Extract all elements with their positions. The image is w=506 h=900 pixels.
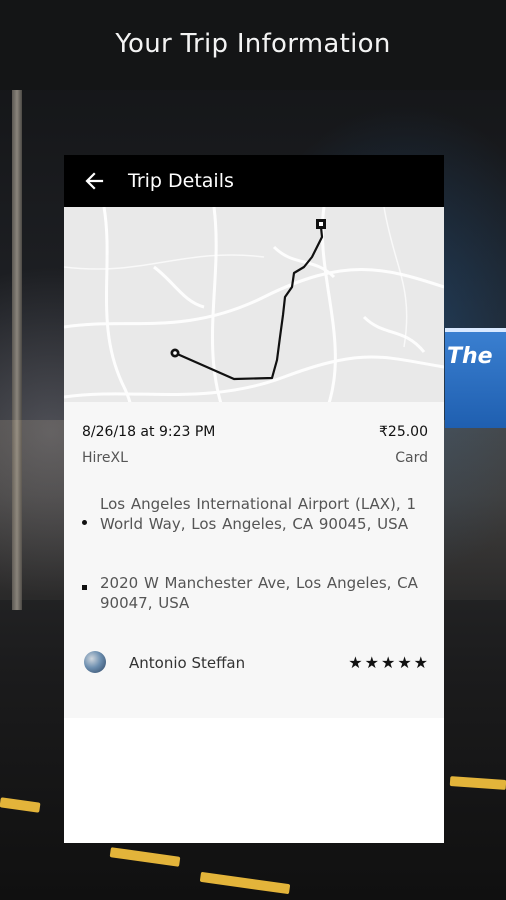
- driver-row[interactable]: Antonio Steffan ★★★★★: [64, 643, 444, 683]
- avatar: [84, 651, 106, 673]
- rating-stars-icon: ★★★★★: [348, 653, 430, 672]
- trip-fare: ₹25.00: [379, 424, 428, 440]
- driver-name: Antonio Steffan: [129, 654, 246, 672]
- toolbar: Trip Details: [64, 155, 444, 207]
- dropoff-square-icon: [82, 585, 87, 590]
- pickup-address-text: Los Angeles International Airport (LAX),…: [100, 495, 416, 533]
- payment-method: Card: [395, 450, 428, 466]
- app-header: Your Trip Information: [0, 0, 506, 90]
- store-sign-text: The: [447, 344, 493, 369]
- trip-details-card: Trip Details 8/26/18 at 9:23 PM ₹25.00 H…: [64, 155, 444, 843]
- pickup-dot-icon: [82, 520, 87, 525]
- dropoff-address-text: 2020 W Manchester Ave, Los Angeles, CA 9…: [100, 574, 418, 612]
- page-title: Your Trip Information: [115, 29, 391, 59]
- pickup-address: Los Angeles International Airport (LAX),…: [82, 495, 428, 534]
- toolbar-title: Trip Details: [128, 170, 234, 192]
- trip-datetime: 8/26/18 at 9:23 PM: [82, 424, 216, 440]
- arrow-left-icon[interactable]: [82, 169, 106, 193]
- store-sign: The: [445, 328, 506, 428]
- dropoff-address: 2020 W Manchester Ave, Los Angeles, CA 9…: [82, 574, 428, 613]
- service-type: HireXL: [82, 450, 128, 466]
